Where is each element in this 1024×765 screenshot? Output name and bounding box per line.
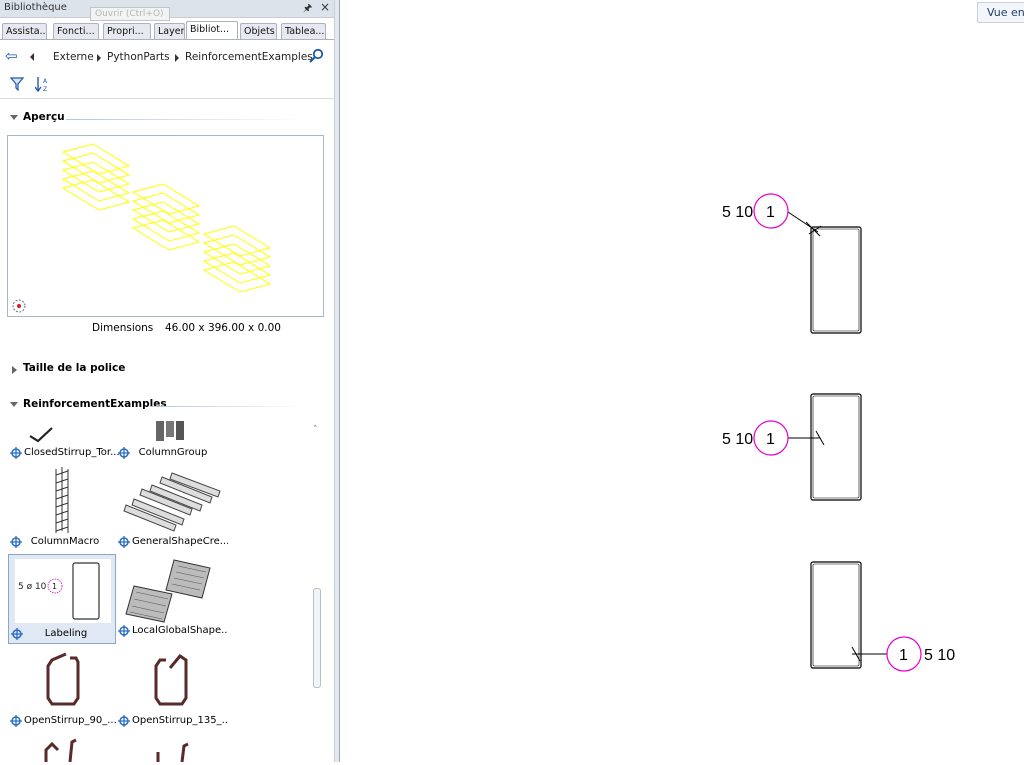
bar-label-text: 5 10 (722, 431, 753, 448)
pythonpart-icon (10, 447, 22, 459)
bar-label-text: 5 10 (722, 204, 753, 221)
back-arrow-icon[interactable]: ⇦ (5, 47, 18, 65)
filter-icon[interactable] (10, 77, 24, 91)
search-icon[interactable] (308, 48, 324, 64)
generalshape-thumb (123, 472, 221, 532)
tab-assistants[interactable]: Assista... (2, 23, 47, 39)
svg-text:A: A (43, 78, 48, 85)
tab-objects[interactable]: Objets (240, 23, 277, 39)
library-item-openstirrup135[interactable]: OpenStirrup_135_... (116, 644, 228, 730)
library-item-columnmacro[interactable]: ColumnMacro (8, 465, 120, 551)
library-item-labeling[interactable]: 5 ø 10 1 Labeling (8, 554, 116, 644)
openstirrup90-thumb (46, 652, 80, 706)
tab-library[interactable]: Bibliot... (186, 21, 238, 40)
breadcrumb-dropdown-icon[interactable] (30, 53, 34, 61)
pythonpart-icon (118, 625, 130, 637)
library-item-closedstirrup[interactable]: ClosedStirrup_Tor... (8, 376, 120, 462)
breadcrumb-pythonparts[interactable]: PythonParts (107, 51, 170, 63)
library-palette: Bibliothèque 🖈︎ × Assista... Foncti... P… (0, 0, 335, 762)
library-item-label: OpenStirrup_135_... (132, 715, 228, 726)
preview-drawing (12, 143, 272, 313)
localglobalshape-thumb (125, 559, 211, 623)
tab-layer[interactable]: Layer (154, 23, 185, 39)
library-item-localglobalshape[interactable]: LocalGlobalShape... (116, 554, 228, 640)
breadcrumb: ⇦ Externe PythonParts ReinforcementExamp… (0, 44, 334, 70)
palette-tabs: Assista... Foncti... Propri... Layer Bib… (0, 21, 334, 40)
library-item-label: ColumnGroup (138, 447, 208, 458)
expand-arrow-icon[interactable] (12, 366, 17, 374)
library-item-label: GeneralShapeCre... (132, 536, 228, 547)
bar-label-text: 5 10 (924, 647, 955, 664)
palette-title: Bibliothèque (4, 2, 67, 13)
pythonpart-icon (118, 536, 130, 548)
library-item-label: OpenStirrup_90_... (24, 715, 117, 726)
position-number: 1 (899, 647, 908, 664)
pythonpart-icon (118, 715, 130, 727)
library-item-generalshape[interactable]: GeneralShapeCre... (116, 465, 228, 551)
library-next-row-thumbs (44, 738, 189, 762)
drawing-sheet: 1 1 1 5 10 5 10 5 10 (722, 193, 955, 672)
openstirrup135-thumb (154, 654, 188, 706)
dimensions-value: 46.00 x 396.00 x 0.00 (165, 322, 281, 334)
chevron-right-icon[interactable] (97, 54, 101, 62)
chevron-right-icon[interactable] (175, 54, 179, 62)
scroll-up-icon[interactable]: ˄ (313, 425, 318, 435)
library-item-columngroup[interactable]: ColumnGroup (116, 376, 228, 462)
filter-toolbar: A Z (0, 74, 334, 96)
close-icon[interactable]: × (320, 0, 330, 14)
drawing-canvas[interactable]: 1 1 1 5 10 5 10 5 10 (340, 0, 1024, 762)
tab-functions[interactable]: Foncti... (53, 23, 99, 39)
tab-properties[interactable]: Propri... (103, 23, 151, 39)
pythonpart-icon (10, 715, 22, 727)
sort-az-icon[interactable]: A Z (35, 76, 51, 92)
dimensions-label: Dimensions (92, 322, 154, 334)
columnmacro-thumb (55, 467, 69, 533)
tab-tables[interactable]: Tablea... (281, 23, 326, 39)
library-item-label: ClosedStirrup_Tor... (24, 447, 120, 458)
view-button[interactable]: Vue en (977, 2, 1024, 23)
closedstirrup-thumb (29, 427, 53, 443)
thumb-bar-text: 5 ø 10 (18, 582, 47, 592)
svg-text:Z: Z (43, 86, 47, 92)
view-orientation-icon (12, 299, 26, 313)
breadcrumb-reinforcement[interactable]: ReinforcementExamples (185, 51, 313, 63)
tooltip: Ouvrir (Ctrl+O) (90, 7, 170, 21)
pin-icon[interactable]: 🖈︎ (303, 1, 312, 18)
stirrup-shape (810, 561, 862, 669)
section-preview-label: Aperçu (23, 111, 65, 123)
thumb-circle-number: 1 (52, 582, 57, 591)
position-number: 1 (766, 204, 775, 221)
library-item-label: LocalGlobalShape... (132, 625, 228, 636)
labeling-thumb: 5 ø 10 1 (15, 559, 111, 623)
library-item-openstirrup90[interactable]: OpenStirrup_90_... (8, 644, 120, 730)
columngroup-thumb (156, 421, 184, 441)
breadcrumb-externe[interactable]: Externe (53, 51, 94, 63)
library-item-label: Labeling (44, 628, 88, 639)
stirrup-shape (810, 226, 862, 334)
library-item-label: ColumnMacro (30, 536, 100, 547)
collapse-arrow-icon[interactable] (10, 115, 18, 120)
section-preview[interactable]: Aperçu (10, 111, 310, 127)
position-number: 1 (766, 431, 775, 448)
preview-viewport[interactable] (7, 135, 324, 317)
vertical-scrollbar[interactable] (313, 588, 321, 688)
stirrup-shape (810, 393, 862, 501)
section-font-size-label: Taille de la police (23, 362, 126, 374)
